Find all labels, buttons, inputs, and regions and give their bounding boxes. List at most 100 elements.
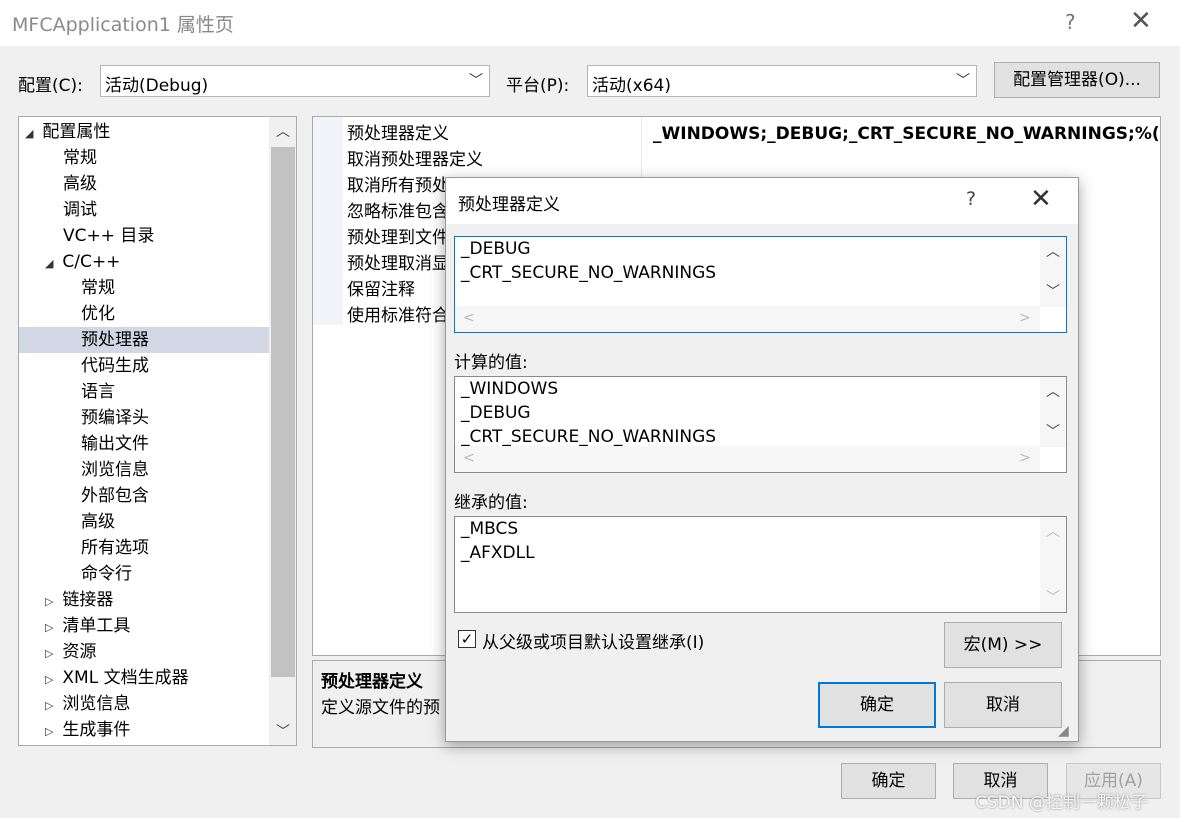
edit-vertical-scrollbar[interactable]: ︿ ﹀ bbox=[1040, 237, 1066, 307]
tree-item-output-files[interactable]: 输出文件 bbox=[81, 431, 296, 457]
grid-row-name: 取消预处理器定义 bbox=[347, 150, 483, 170]
edit-line: _DEBUG bbox=[461, 239, 531, 259]
tree-item-optimization[interactable]: 优化 bbox=[81, 301, 296, 327]
tree-item-label: 清单工具 bbox=[62, 616, 131, 636]
tree-item-linker[interactable]: ▷ 链接器 bbox=[45, 587, 295, 613]
tree-item-debugging[interactable]: 调试 bbox=[63, 197, 296, 223]
tree-item-label: VC++ 目录 bbox=[63, 226, 155, 246]
tree-item-external-includes[interactable]: 外部包含 bbox=[81, 483, 296, 509]
tree-item-label: 外部包含 bbox=[81, 486, 149, 506]
chevron-down-icon[interactable]: ﹀ bbox=[1046, 587, 1060, 607]
tree-item-code-generation[interactable]: 代码生成 bbox=[81, 353, 296, 379]
help-icon[interactable]: ? bbox=[1065, 10, 1076, 34]
expander-icon[interactable]: ▷ bbox=[45, 693, 57, 719]
config-label: 配置(C): bbox=[18, 76, 83, 96]
tree-item-preprocessor[interactable]: 预处理器 bbox=[19, 327, 269, 353]
tree-item-label: 预处理器 bbox=[81, 330, 149, 350]
edit-line: _CRT_SECURE_NO_WARNINGS bbox=[461, 263, 717, 283]
inherited-vertical-scrollbar[interactable]: ︿ ﹀ bbox=[1040, 517, 1066, 612]
expander-icon[interactable]: ▷ bbox=[45, 641, 57, 667]
tree-item-browse-info[interactable]: ▷ 浏览信息 bbox=[45, 691, 295, 717]
title-bar: MFCApplication1 属性页 ? ✕ bbox=[0, 0, 1180, 46]
tree-item-label: XML 文档生成器 bbox=[62, 668, 189, 688]
tree-item-cpp[interactable]: ◢ C/C++ bbox=[45, 249, 295, 275]
chevron-left-icon[interactable]: < bbox=[463, 310, 475, 326]
chevron-up-icon[interactable]: ︿ bbox=[1046, 381, 1060, 401]
close-icon[interactable]: ✕ bbox=[1030, 184, 1052, 214]
grid-row[interactable]: 预处理器定义 _WINDOWS;_DEBUG;_CRT_SECURE_NO_WA… bbox=[313, 121, 1160, 147]
macro-button[interactable]: 宏(M) >> bbox=[944, 622, 1062, 668]
watermark: CSDN @控制一颗松子 bbox=[975, 793, 1148, 813]
grid-row-name: 使用标准符合 bbox=[347, 306, 449, 326]
property-tree[interactable]: ◢ 配置属性 常规 高级 调试 VC++ 目录 ◢ C/C++ 常规 优化 预处… bbox=[18, 116, 297, 746]
tree-item-resources[interactable]: ▷ 资源 bbox=[45, 639, 295, 665]
chevron-down-icon[interactable]: ﹀ bbox=[1046, 281, 1060, 301]
tree-item-advanced[interactable]: 高级 bbox=[63, 171, 296, 197]
tree-item-precompiled-headers[interactable]: 预编译头 bbox=[81, 405, 296, 431]
chevron-down-icon[interactable]: ﹀ bbox=[276, 721, 290, 741]
definitions-edit-box[interactable]: _DEBUG _CRT_SECURE_NO_WARNINGS ︿ ﹀ < > bbox=[454, 236, 1067, 333]
inherit-checkbox[interactable]: ✓ bbox=[458, 630, 476, 648]
inherited-line: _AFXDLL bbox=[461, 543, 535, 563]
chevron-down-icon[interactable]: ﹀ bbox=[1046, 421, 1060, 441]
tree-item-xml-doc-generator[interactable]: ▷ XML 文档生成器 bbox=[45, 665, 295, 691]
expander-icon[interactable]: ▷ bbox=[45, 719, 57, 745]
chevron-up-icon[interactable]: ︿ bbox=[1046, 241, 1060, 261]
computed-horizontal-scrollbar[interactable]: < > bbox=[455, 446, 1040, 472]
tree-item-label: 常规 bbox=[63, 148, 97, 168]
computed-values-box[interactable]: _WINDOWS _DEBUG _CRT_SECURE_NO_WARNINGS … bbox=[454, 376, 1067, 473]
grid-row-name: 预处理到文件 bbox=[347, 228, 449, 248]
grid-row-name: 取消所有预处 bbox=[347, 176, 449, 196]
computed-vertical-scrollbar[interactable]: ︿ ﹀ bbox=[1040, 377, 1066, 447]
tree-item-manifest-tool[interactable]: ▷ 清单工具 bbox=[45, 613, 295, 639]
help-icon[interactable]: ? bbox=[966, 188, 976, 210]
inherit-checkbox-label[interactable]: 从父级或项目默认设置继承(I) bbox=[482, 628, 704, 653]
config-select-value: 活动(Debug) bbox=[105, 76, 209, 96]
tree-item-command-line[interactable]: 命令行 bbox=[81, 561, 296, 587]
chevron-right-icon[interactable]: > bbox=[1019, 310, 1031, 326]
config-manager-button[interactable]: 配置管理器(O)... bbox=[994, 62, 1160, 98]
tree-item-label: 资源 bbox=[62, 642, 97, 662]
inherited-line: _MBCS bbox=[461, 519, 519, 539]
tree-item-label: C/C++ bbox=[62, 252, 121, 272]
grid-row-name: 保留注释 bbox=[347, 280, 415, 300]
config-select[interactable]: 活动(Debug) ﹀ bbox=[100, 65, 490, 97]
tree-item-label: 所有选项 bbox=[81, 538, 149, 558]
expander-icon[interactable]: ▷ bbox=[45, 667, 57, 693]
chevron-left-icon[interactable]: < bbox=[463, 450, 475, 466]
tree-item-build-events[interactable]: ▷ 生成事件 bbox=[45, 717, 295, 743]
tree-item-language[interactable]: 语言 bbox=[81, 379, 296, 405]
inherited-values-box[interactable]: _MBCS _AFXDLL ︿ ﹀ bbox=[454, 516, 1067, 613]
tree-item-config-properties[interactable]: ◢ 配置属性 bbox=[25, 119, 275, 145]
tree-item-cpp-general[interactable]: 常规 bbox=[81, 275, 296, 301]
expander-icon[interactable]: ▷ bbox=[45, 589, 57, 615]
tree-item-cpp-advanced[interactable]: 高级 bbox=[81, 509, 296, 535]
close-icon[interactable]: ✕ bbox=[1130, 6, 1152, 36]
computed-line: _WINDOWS bbox=[461, 379, 559, 399]
ok-button-label: 确定 bbox=[871, 771, 906, 791]
tree-scrollbar[interactable]: ︿ ﹀ bbox=[269, 117, 296, 745]
tree-item-vc-directories[interactable]: VC++ 目录 bbox=[63, 223, 296, 249]
expander-icon[interactable]: ◢ bbox=[25, 121, 37, 147]
grid-row-value[interactable]: _WINDOWS;_DEBUG;_CRT_SECURE_NO_WARNINGS;… bbox=[653, 121, 1160, 147]
tree-item-browse-information[interactable]: 浏览信息 bbox=[81, 457, 296, 483]
ok-button[interactable]: 确定 bbox=[841, 763, 936, 799]
dialog-cancel-button[interactable]: 取消 bbox=[944, 682, 1062, 728]
macro-button-label: 宏(M) >> bbox=[963, 635, 1043, 655]
grid-row[interactable]: 取消预处理器定义 bbox=[313, 147, 1160, 173]
chevron-right-icon[interactable]: > bbox=[1019, 450, 1031, 466]
tree-scroll-thumb[interactable] bbox=[271, 147, 295, 677]
expander-icon[interactable]: ◢ bbox=[45, 251, 57, 277]
resize-grip-icon[interactable]: ◢ bbox=[1058, 723, 1069, 739]
chevron-up-icon[interactable]: ︿ bbox=[276, 121, 290, 141]
tree-item-label: 命令行 bbox=[81, 564, 132, 584]
tree-item-all-options[interactable]: 所有选项 bbox=[81, 535, 296, 561]
dialog-ok-button[interactable]: 确定 bbox=[818, 682, 936, 728]
expander-icon[interactable]: ▷ bbox=[45, 615, 57, 641]
platform-select[interactable]: 活动(x64) ﹀ bbox=[587, 65, 977, 97]
tree-item-label: 浏览信息 bbox=[81, 460, 149, 480]
chevron-up-icon[interactable]: ︿ bbox=[1046, 521, 1060, 541]
tree-item-general[interactable]: 常规 bbox=[63, 145, 296, 171]
edit-horizontal-scrollbar[interactable]: < > bbox=[455, 306, 1040, 332]
tree-item-label: 优化 bbox=[81, 304, 115, 324]
